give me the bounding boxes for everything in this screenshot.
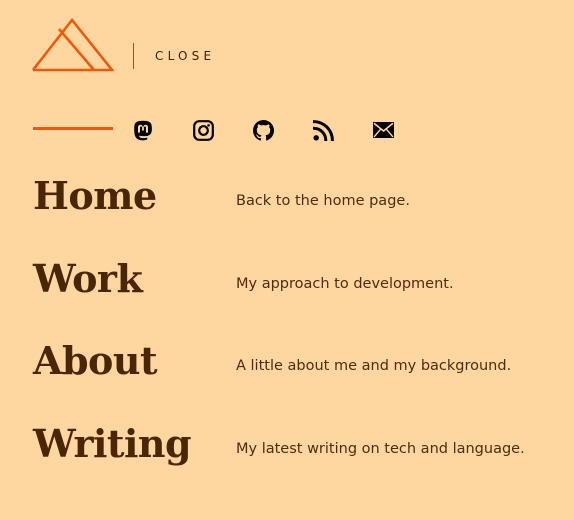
nav-item-description: A little about me and my background.: [236, 358, 512, 374]
nav-item-title: Writing: [33, 421, 192, 466]
nav-item-about[interactable]: About A little about me and my backgroun…: [33, 339, 553, 409]
instagram-link[interactable]: [192, 119, 214, 141]
nav-item-description: Back to the home page.: [236, 193, 410, 209]
site-logo[interactable]: [31, 17, 115, 72]
mountain-logo-icon: [31, 17, 115, 72]
nav-item-title: Work: [33, 256, 143, 301]
mastodon-icon: [134, 120, 152, 140]
header-divider: [133, 43, 134, 69]
mastodon-link[interactable]: [132, 119, 154, 141]
nav-item-description: My latest writing on tech and language.: [236, 441, 525, 457]
email-link[interactable]: [372, 119, 394, 141]
nav-item-title: Home: [33, 173, 157, 218]
instagram-icon: [192, 119, 214, 141]
nav-item-work[interactable]: Work My approach to development.: [33, 257, 553, 327]
accent-rule: [33, 127, 113, 130]
close-menu-button[interactable]: CLOSE: [155, 50, 215, 63]
rss-icon: [312, 119, 334, 141]
github-link[interactable]: [252, 119, 274, 141]
nav-item-description: My approach to development.: [236, 276, 454, 292]
github-icon: [252, 119, 274, 140]
nav-item-writing[interactable]: Writing My latest writing on tech and la…: [33, 422, 553, 492]
mail-icon: [372, 122, 394, 138]
rss-link[interactable]: [312, 119, 334, 141]
nav-item-home[interactable]: Home Back to the home page.: [33, 174, 553, 244]
nav-item-title: About: [33, 338, 158, 383]
